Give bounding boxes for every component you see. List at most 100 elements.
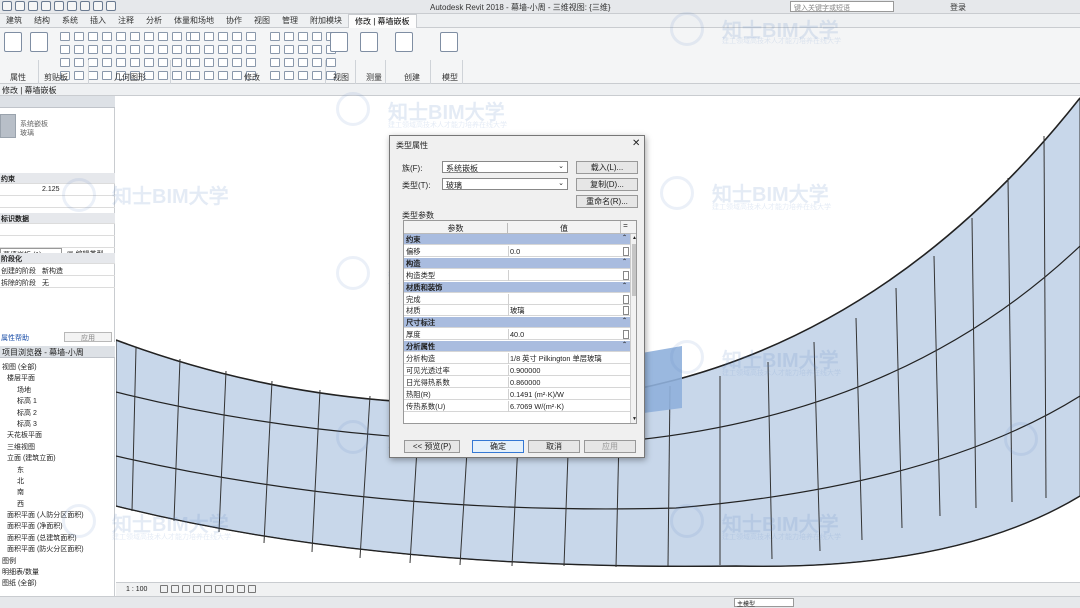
browser-item[interactable]: 视图 (全部): [0, 362, 115, 373]
grid-scrollbar[interactable]: ▲ ▼: [630, 234, 636, 423]
browser-item[interactable]: 标高 3: [0, 419, 115, 430]
collapse-icon[interactable]: ⌃: [622, 234, 627, 241]
lock-icon[interactable]: [226, 585, 234, 593]
3d-view-icon[interactable]: [106, 1, 116, 11]
equals-icon[interactable]: =: [620, 221, 630, 234]
browser-item[interactable]: 楼层平面: [0, 373, 115, 384]
scroll-up-icon[interactable]: ▲: [632, 235, 636, 241]
parameter-value[interactable]: 0.900000: [510, 366, 540, 375]
property-group-header[interactable]: 标识数据: [0, 213, 115, 224]
open-icon[interactable]: [2, 1, 12, 11]
tab-6[interactable]: 体量和场地: [168, 14, 220, 28]
tab-8[interactable]: 视图: [248, 14, 276, 28]
search-input[interactable]: 键入关键字或短语: [790, 1, 894, 12]
sync-icon[interactable]: [28, 1, 38, 11]
scroll-down-icon[interactable]: ▼: [632, 416, 636, 422]
browser-item[interactable]: 图纸 (全部): [0, 578, 115, 589]
tab-2[interactable]: 系统: [56, 14, 84, 28]
apply-button[interactable]: 应用: [584, 440, 636, 453]
tab-10[interactable]: 附加模块: [304, 14, 348, 28]
reveal-hidden-icon[interactable]: [248, 585, 256, 593]
shadows-icon[interactable]: [193, 585, 201, 593]
property-row[interactable]: 2.125: [0, 185, 115, 196]
preview-button[interactable]: << 预览(P): [404, 440, 460, 453]
property-row[interactable]: 创建的阶段 新构造: [0, 265, 115, 276]
type-dropdown[interactable]: 玻璃 ⌄: [442, 178, 568, 190]
tab-1[interactable]: 结构: [28, 14, 56, 28]
parameter-row[interactable]: 日光得热系数 0.860000: [404, 376, 630, 388]
browser-item[interactable]: 东: [0, 465, 115, 476]
parameter-group-header[interactable]: 分析属性 ⌃: [404, 341, 630, 353]
render-icon[interactable]: [204, 585, 212, 593]
load-button[interactable]: 载入(L)...: [576, 161, 638, 174]
parameter-group-header[interactable]: 材质和装饰 ⌃: [404, 281, 630, 293]
browse-button[interactable]: [623, 306, 629, 316]
paste-icon[interactable]: [30, 32, 48, 52]
browser-item[interactable]: 面积平面 (人防分区面积): [0, 510, 115, 521]
properties-help-link[interactable]: 属性帮助: [1, 333, 29, 343]
parameter-row[interactable]: 可见光透过率 0.900000: [404, 364, 630, 376]
property-row[interactable]: 拆除的阶段无: [0, 277, 115, 288]
browser-item[interactable]: 三维视图: [0, 442, 115, 453]
parameter-value[interactable]: 0.860000: [510, 378, 540, 387]
parameter-value[interactable]: 6.7069 W/(m²·K): [510, 402, 564, 411]
browser-item[interactable]: 图例: [0, 556, 115, 567]
login-link[interactable]: 登录: [950, 2, 966, 13]
temporary-hide-icon[interactable]: [237, 585, 245, 593]
save-icon[interactable]: [15, 1, 25, 11]
close-icon[interactable]: ✕: [632, 138, 640, 149]
redo-icon[interactable]: [54, 1, 64, 11]
property-row[interactable]: [0, 237, 115, 248]
text-icon[interactable]: [93, 1, 103, 11]
cancel-button[interactable]: 取消: [528, 440, 580, 453]
tab-3[interactable]: 插入: [84, 14, 112, 28]
parameter-group-header[interactable]: 尺寸标注 ⌃: [404, 317, 630, 329]
tab-9[interactable]: 管理: [276, 14, 304, 28]
browser-item[interactable]: 北: [0, 476, 115, 487]
tab-5[interactable]: 分析: [140, 14, 168, 28]
create-icon[interactable]: [395, 32, 413, 52]
crop-icon[interactable]: [215, 585, 223, 593]
rename-button[interactable]: 重命名(R)...: [576, 195, 638, 208]
parameter-group-header[interactable]: 约束 ⌃: [404, 234, 630, 245]
measure-tool-icon[interactable]: [360, 32, 378, 52]
measure-icon[interactable]: [80, 1, 90, 11]
parameter-row[interactable]: 厚度 40.0: [404, 329, 630, 341]
browser-item[interactable]: 面积平面 (净面积): [0, 521, 115, 532]
scale-selector[interactable]: 1 : 100: [126, 586, 147, 593]
browser-item[interactable]: 面积平面 (防火分区面积): [0, 544, 115, 555]
parameter-value[interactable]: 玻璃: [510, 306, 525, 316]
browser-item[interactable]: 场地: [0, 385, 115, 396]
property-value[interactable]: 2.125: [42, 186, 60, 193]
parameter-value[interactable]: 0.0: [510, 247, 520, 256]
browser-item[interactable]: 南: [0, 487, 115, 498]
parameter-value[interactable]: 40.0: [510, 330, 524, 339]
browser-item[interactable]: 标高 1: [0, 396, 115, 407]
browse-button[interactable]: [623, 294, 629, 304]
collapse-icon[interactable]: ⌃: [622, 258, 627, 265]
parameter-value[interactable]: 1/8 英寸 Pilkington 单层玻璃: [510, 354, 602, 364]
parameter-row[interactable]: 传热系数(U) 6.7069 W/(m²·K): [404, 400, 630, 412]
parameter-value[interactable]: 0.1491 (m²·K)/W: [510, 390, 564, 399]
parameter-row[interactable]: 分析构造 1/8 英寸 Pilkington 单层玻璃: [404, 353, 630, 364]
parameter-row[interactable]: 热阻(R) 0.1491 (m²·K)/W: [404, 388, 630, 400]
tab-4[interactable]: 注释: [112, 14, 140, 28]
parameter-row[interactable]: 偏移 0.0: [404, 245, 630, 257]
property-value[interactable]: 新构造: [42, 266, 63, 276]
browser-item[interactable]: 天花板平面: [0, 430, 115, 441]
browse-button[interactable]: [623, 270, 629, 280]
collapse-icon[interactable]: ⌃: [622, 317, 627, 324]
browser-item[interactable]: 立面 (建筑立面): [0, 453, 115, 464]
parameter-row[interactable]: 材质 玻璃: [404, 305, 630, 317]
print-icon[interactable]: [67, 1, 77, 11]
tab-11[interactable]: 修改 | 幕墙嵌板: [348, 13, 417, 28]
tab-0[interactable]: 建筑: [0, 14, 28, 28]
detail-level-icon[interactable]: [160, 585, 168, 593]
browser-item[interactable]: 标高 2: [0, 408, 115, 419]
scrollbar-thumb[interactable]: [632, 244, 636, 296]
collapse-icon[interactable]: ⌃: [622, 282, 627, 289]
ok-button[interactable]: 确定: [472, 440, 524, 453]
visual-style-icon[interactable]: [171, 585, 179, 593]
duplicate-button[interactable]: 复制(D)...: [576, 178, 638, 191]
properties-icon[interactable]: [4, 32, 22, 52]
